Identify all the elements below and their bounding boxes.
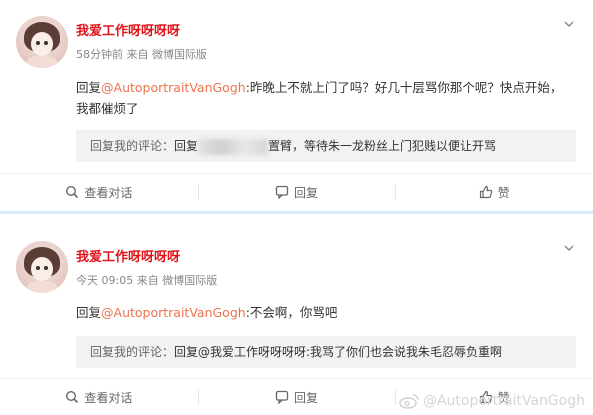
comment-card-1: 我爱工作呀呀呀呀 58分钟前 来自 微博国际版 回复@AutoportraitV… [0, 0, 593, 211]
blurred-username [198, 138, 269, 155]
view-conversation-button[interactable]: 查看对话 [0, 379, 198, 415]
comment-meta: 今天 09:05 来自 微博国际版 [76, 272, 217, 288]
source: 来自 微博国际版 [136, 274, 218, 287]
comment-meta: 58分钟前 来自 微博国际版 [76, 46, 207, 62]
comment-icon [275, 390, 289, 404]
action-bar: 查看对话 回复 赞 [0, 174, 593, 210]
chevron-down-icon[interactable] [563, 242, 575, 254]
chevron-down-icon[interactable] [563, 18, 575, 30]
username[interactable]: 我爱工作呀呀呀呀 [76, 246, 180, 265]
weibo-logo-icon [399, 394, 419, 409]
username[interactable]: 我爱工作呀呀呀呀 [76, 20, 180, 39]
avatar[interactable] [16, 241, 68, 293]
quoted-comment: 回复我的评论：回复@我爱工作呀呀呀呀:我骂了你们也会说我朱毛忍辱负重啊 [76, 336, 576, 368]
comment-card-2: 我爱工作呀呀呀呀 今天 09:05 来自 微博国际版 回复@Autoportra… [0, 218, 593, 413]
view-conversation-button[interactable]: 查看对话 [0, 174, 198, 210]
avatar[interactable] [16, 16, 68, 68]
search-icon [66, 185, 79, 199]
comment-text: 回复@AutoportraitVanGogh:昨晚上不就上门了吗？好几十层骂你那… [76, 80, 563, 116]
comment-text: 回复@AutoportraitVanGogh:不会啊，你骂吧 [76, 305, 338, 320]
mention-link[interactable]: @AutoportraitVanGogh [101, 305, 246, 320]
search-icon [66, 390, 79, 404]
source: 来自 微博国际版 [126, 48, 208, 61]
comment-icon [275, 185, 289, 199]
reply-button[interactable]: 回复 [197, 379, 396, 415]
thumbs-up-icon [479, 185, 492, 199]
watermark: @AutoportraitVanGogh [399, 393, 585, 409]
mention-link[interactable]: @AutoportraitVanGogh [101, 80, 246, 95]
quoted-comment: 回复我的评论：回复 置臂，等待朱一龙粉丝上门犯贱以便让开骂 [76, 130, 576, 162]
timestamp: 今天 09:05 [76, 274, 134, 287]
reply-button[interactable]: 回复 [197, 174, 396, 210]
like-button[interactable]: 赞 [395, 174, 593, 210]
timestamp: 58分钟前 [76, 48, 123, 61]
